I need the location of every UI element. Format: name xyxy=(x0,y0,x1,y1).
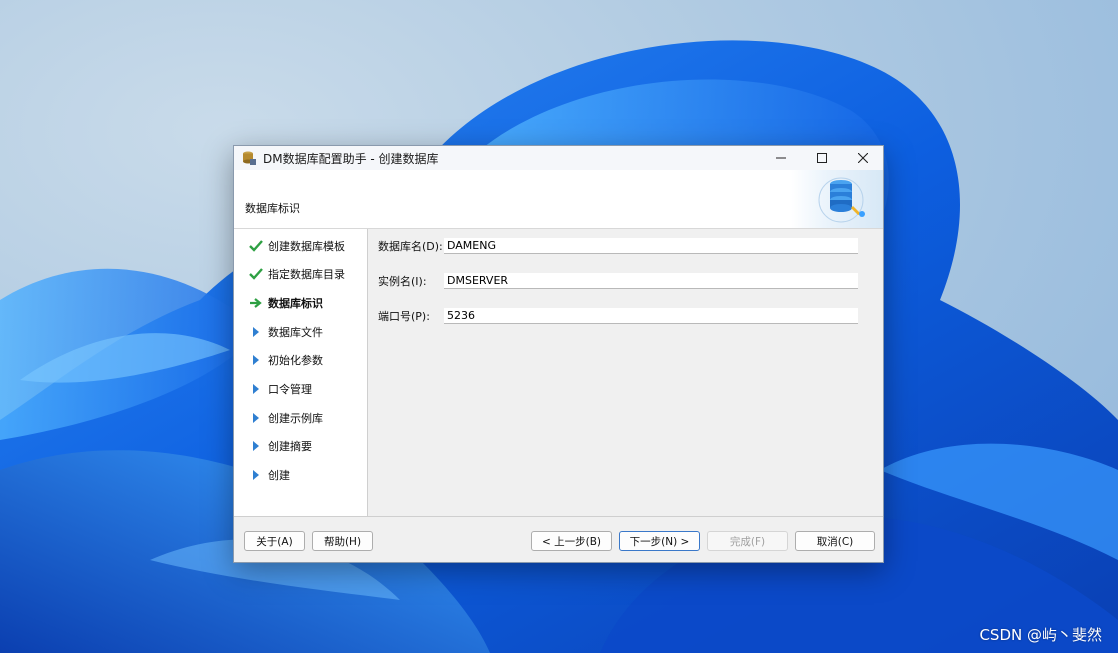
back-button[interactable]: < 上一步(B) xyxy=(531,531,612,551)
triangle-right-icon xyxy=(248,468,263,482)
instance-name-input[interactable] xyxy=(444,273,858,289)
finish-button[interactable]: 完成(F) xyxy=(707,531,788,551)
step-database-identity: 数据库标识 xyxy=(248,294,323,312)
port-input[interactable] xyxy=(444,308,858,324)
minimize-icon[interactable] xyxy=(760,146,801,170)
help-button[interactable]: 帮助(H) xyxy=(312,531,373,551)
dialog-window: DM数据库配置助手 - 创建数据库 数据库标识 创建数据库模板 指定数据库目录 … xyxy=(233,145,884,563)
step-init-params: 初始化参数 xyxy=(248,351,323,369)
arrow-right-icon xyxy=(248,296,263,310)
step-create-sample-db: 创建示例库 xyxy=(248,409,323,427)
db-name-input[interactable] xyxy=(444,238,858,254)
triangle-right-icon xyxy=(248,325,263,339)
about-button[interactable]: 关于(A) xyxy=(244,531,305,551)
check-icon xyxy=(248,239,263,253)
app-database-icon xyxy=(241,150,257,166)
check-icon xyxy=(248,267,263,281)
triangle-right-icon xyxy=(248,439,263,453)
watermark-text: CSDN @屿丶斐然 xyxy=(979,626,1102,644)
triangle-right-icon xyxy=(248,382,263,396)
instance-name-label: 实例名(I): xyxy=(378,275,427,288)
instance-name-row: 实例名(I): xyxy=(378,273,858,289)
step-create-template: 创建数据库模板 xyxy=(248,237,345,255)
window-title: DM数据库配置助手 - 创建数据库 xyxy=(263,151,439,166)
close-icon[interactable] xyxy=(842,146,883,170)
page-title: 数据库标识 xyxy=(245,202,300,215)
port-label: 端口号(P): xyxy=(378,310,430,323)
maximize-icon[interactable] xyxy=(801,146,842,170)
title-bar: DM数据库配置助手 - 创建数据库 xyxy=(234,146,883,170)
button-bar: 关于(A) 帮助(H) < 上一步(B) 下一步(N) > 完成(F) 取消(C… xyxy=(234,516,883,562)
cancel-button[interactable]: 取消(C) xyxy=(795,531,875,551)
triangle-right-icon xyxy=(248,353,263,367)
step-password-management: 口令管理 xyxy=(248,380,312,398)
port-row: 端口号(P): xyxy=(378,308,858,324)
triangle-right-icon xyxy=(248,411,263,425)
step-create: 创建 xyxy=(248,466,290,484)
step-database-files: 数据库文件 xyxy=(248,323,323,341)
step-specify-directory: 指定数据库目录 xyxy=(248,265,345,283)
wizard-header: 数据库标识 xyxy=(234,170,883,229)
next-button[interactable]: 下一步(N) > xyxy=(619,531,700,551)
header-banner xyxy=(791,170,883,228)
wizard-steps-panel: 创建数据库模板 指定数据库目录 数据库标识 数据库文件 初始化参数 口令管理 创… xyxy=(234,229,368,516)
db-name-label: 数据库名(D): xyxy=(378,240,443,253)
database-server-icon xyxy=(818,177,865,223)
db-name-row: 数据库名(D): xyxy=(378,238,858,254)
step-create-summary: 创建摘要 xyxy=(248,437,312,455)
form-panel: 数据库名(D): 实例名(I): 端口号(P): xyxy=(368,229,883,516)
window-controls xyxy=(760,146,883,170)
